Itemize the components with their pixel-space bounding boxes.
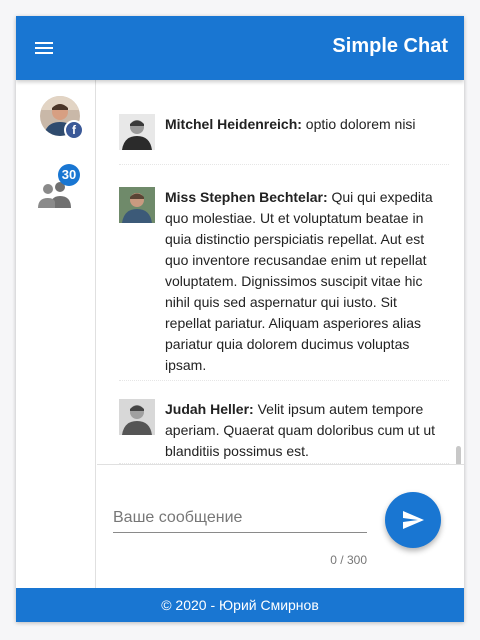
avatar xyxy=(119,399,155,435)
avatar xyxy=(119,114,155,150)
chat-app: Simple Chat f 30 Mitchel Heidenreich: op… xyxy=(16,16,464,622)
message-body: optio dolorem nisi xyxy=(301,116,416,132)
menu-button[interactable] xyxy=(28,32,60,64)
menu-icon-line xyxy=(35,52,53,54)
character-counter: 0 / 300 xyxy=(330,553,367,567)
menu-icon-line xyxy=(35,47,53,49)
send-button[interactable] xyxy=(385,492,441,548)
message-author: Mitchel Heidenreich: xyxy=(165,116,302,132)
message-author: Miss Stephen Bechtelar: xyxy=(165,189,328,205)
sidebar: f 30 xyxy=(16,80,96,588)
top-app-bar: Simple Chat xyxy=(16,16,464,80)
footer: © 2020 - Юрий Смирнов xyxy=(16,588,464,622)
message-list[interactable]: Mitchel Heidenreich: optio dolorem nisi … xyxy=(97,80,464,464)
message-text: Miss Stephen Bechtelar: Qui qui expedita… xyxy=(165,187,445,376)
message-author: Judah Heller: xyxy=(165,401,254,417)
menu-icon xyxy=(35,42,53,44)
profile-avatar-button[interactable]: f xyxy=(40,96,84,140)
avatar xyxy=(119,187,155,223)
send-icon xyxy=(403,511,424,529)
message-input[interactable] xyxy=(113,503,367,533)
message-composer: 0 / 300 xyxy=(97,464,464,588)
message-divider xyxy=(119,164,449,165)
facebook-icon: f xyxy=(64,120,84,140)
message-text: Judah Heller: Velit ipsum autem tempore … xyxy=(165,399,445,462)
users-count-badge: 30 xyxy=(58,164,80,186)
message-body: Qui qui expedita quo molestiae. Ut et vo… xyxy=(165,189,433,373)
users-button[interactable]: 30 xyxy=(38,164,80,210)
app-title: Simple Chat xyxy=(332,35,448,57)
message-text: Mitchel Heidenreich: optio dolorem nisi xyxy=(165,114,445,135)
message-divider xyxy=(119,380,449,381)
